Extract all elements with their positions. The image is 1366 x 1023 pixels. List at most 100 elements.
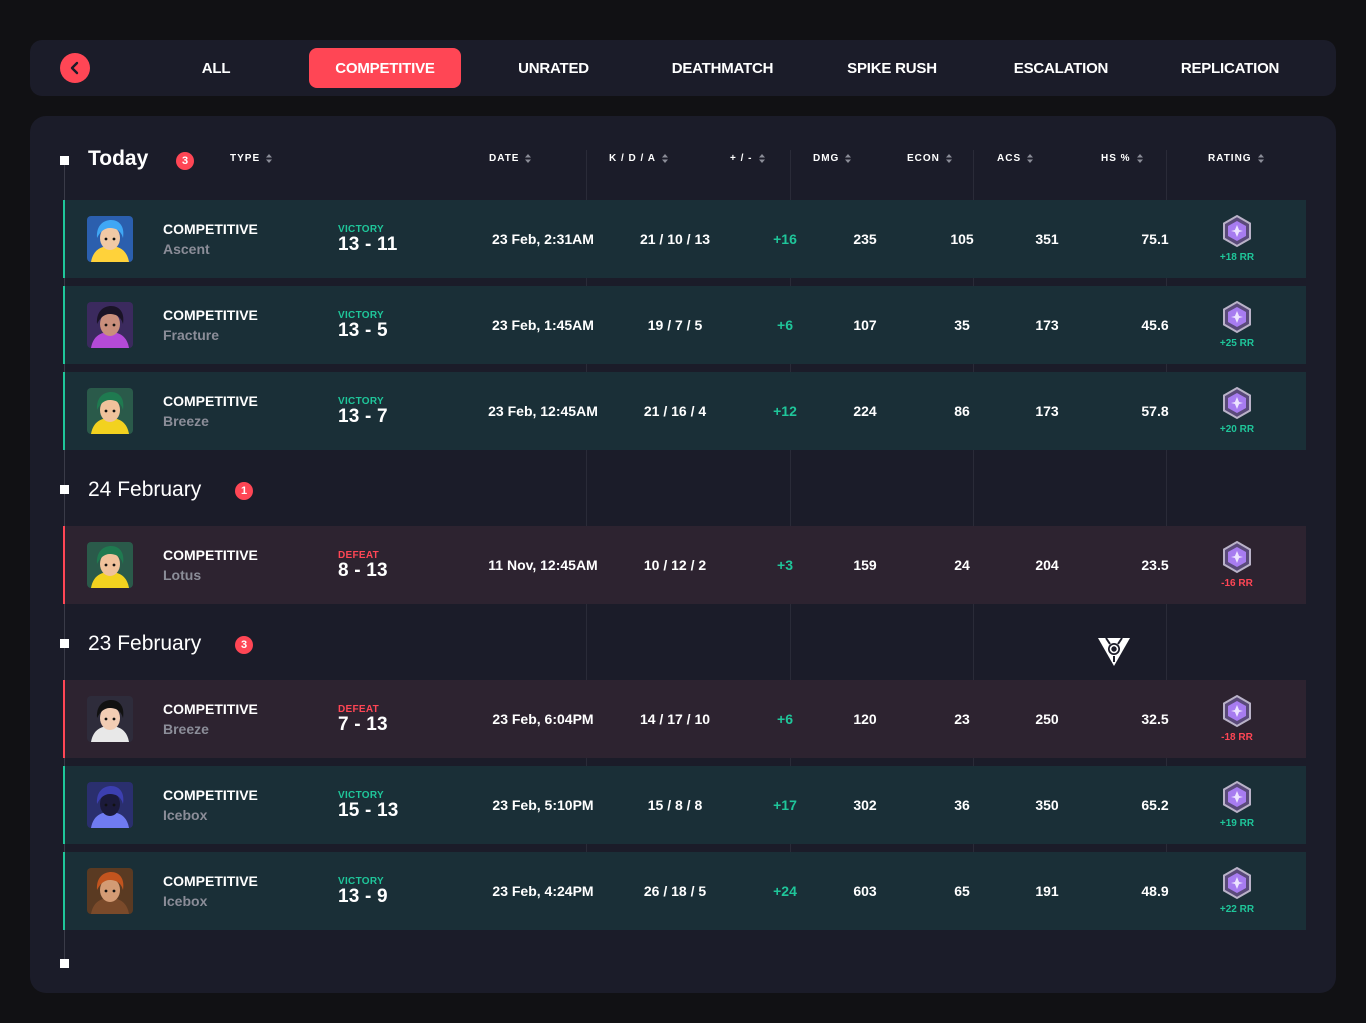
column-header-plus-minus[interactable]: + / - <box>730 152 765 164</box>
map-name: Fracture <box>163 327 220 343</box>
kda-value: 10 / 12 / 2 <box>643 557 707 573</box>
dmg-value: 159 <box>853 557 877 573</box>
match-row[interactable]: COMPETITIVE Icebox VICTORY 15 - 13 23 Fe… <box>63 766 1306 844</box>
acs-value: 173 <box>1035 403 1059 419</box>
dmg-value: 107 <box>853 317 877 333</box>
match-score: 13 - 7 <box>338 406 388 427</box>
hs-value: 32.5 <box>1141 711 1169 727</box>
match-result: VICTORY 13 - 7 <box>338 396 388 428</box>
match-type: COMPETITIVE Breeze <box>163 393 258 429</box>
rank-icon <box>1223 540 1251 574</box>
radiant-logo-icon <box>1098 637 1130 666</box>
column-header-hs[interactable]: HS % <box>1101 152 1143 164</box>
mode-tab-bar: ALL COMPETITIVE UNRATED DEATHMATCH SPIKE… <box>30 40 1336 96</box>
rr-change: +18 RR <box>1219 252 1255 263</box>
game-mode: COMPETITIVE <box>163 547 258 563</box>
match-row[interactable]: COMPETITIVE Icebox VICTORY 13 - 9 23 Feb… <box>63 852 1306 930</box>
rr-change: +25 RR <box>1219 338 1255 349</box>
rr-change: +20 RR <box>1219 424 1255 435</box>
match-type: COMPETITIVE Icebox <box>163 873 258 909</box>
group-title: 23 February <box>88 632 202 655</box>
acs-value: 191 <box>1035 883 1059 899</box>
acs-value: 204 <box>1035 557 1059 573</box>
match-row[interactable]: COMPETITIVE Lotus DEFEAT 8 - 13 11 Nov, … <box>63 526 1306 604</box>
match-row[interactable]: COMPETITIVE Breeze DEFEAT 7 - 13 23 Feb,… <box>63 680 1306 758</box>
game-mode: COMPETITIVE <box>163 873 258 889</box>
timeline-dot <box>60 959 69 968</box>
rating: +18 RR <box>1202 214 1272 266</box>
column-header-acs[interactable]: ACS <box>997 152 1034 164</box>
agent-avatar <box>87 388 133 434</box>
match-result: DEFEAT 8 - 13 <box>338 550 388 582</box>
column-header-econ[interactable]: ECON <box>907 152 952 164</box>
dmg-value: 603 <box>853 883 877 899</box>
tab-spike-rush[interactable]: SPIKE RUSH <box>838 48 946 88</box>
match-result: VICTORY 13 - 5 <box>338 310 388 342</box>
agent-avatar <box>87 696 133 742</box>
agent-avatar <box>87 302 133 348</box>
sort-icon <box>266 153 273 163</box>
rating: +22 RR <box>1202 866 1272 918</box>
column-header-kda[interactable]: K / D / A <box>609 152 668 164</box>
column-header-dmg[interactable]: DMG <box>813 152 852 164</box>
match-row[interactable]: COMPETITIVE Ascent VICTORY 13 - 11 23 Fe… <box>63 200 1306 278</box>
column-header-date[interactable]: DATE <box>489 152 532 164</box>
tab-deathmatch[interactable]: DEATHMATCH <box>660 48 785 88</box>
kda-value: 15 / 8 / 8 <box>647 797 703 813</box>
map-name: Breeze <box>163 721 209 737</box>
acs-value: 173 <box>1035 317 1059 333</box>
sort-icon <box>525 153 532 163</box>
match-count-badge: 3 <box>176 152 194 170</box>
rating: +20 RR <box>1202 386 1272 438</box>
group-title: Today <box>88 147 149 170</box>
tab-unrated[interactable]: UNRATED <box>506 48 601 88</box>
tab-replication[interactable]: REPLICATION <box>1171 48 1289 88</box>
match-type: COMPETITIVE Icebox <box>163 787 258 823</box>
match-result: VICTORY 13 - 9 <box>338 876 388 908</box>
sort-icon <box>758 153 765 163</box>
acs-value: 350 <box>1035 797 1059 813</box>
dmg-value: 224 <box>853 403 877 419</box>
agent-avatar <box>87 542 133 588</box>
match-score: 13 - 5 <box>338 320 388 341</box>
column-header-rating[interactable]: RATING <box>1208 152 1264 164</box>
rank-icon <box>1223 386 1251 420</box>
game-mode: COMPETITIVE <box>163 701 258 717</box>
map-name: Icebox <box>163 807 208 823</box>
rr-change: +19 RR <box>1219 818 1255 829</box>
match-type: COMPETITIVE Ascent <box>163 221 258 257</box>
map-name: Lotus <box>163 567 202 583</box>
sort-icon <box>1136 153 1143 163</box>
map-name: Icebox <box>163 893 208 909</box>
sort-icon <box>1257 153 1264 163</box>
sort-icon <box>845 153 852 163</box>
game-mode: COMPETITIVE <box>163 307 258 323</box>
back-button[interactable] <box>60 53 90 83</box>
tab-all[interactable]: ALL <box>186 48 246 88</box>
rr-change: -16 RR <box>1221 578 1253 589</box>
rank-icon <box>1223 694 1251 728</box>
rating: +19 RR <box>1202 780 1272 832</box>
match-history-panel: TYPE DATE K / D / A + / - DMG ECON ACS H… <box>30 116 1336 993</box>
timeline-dot <box>60 639 69 648</box>
rank-icon <box>1223 780 1251 814</box>
sort-icon <box>945 153 952 163</box>
match-score: 13 - 9 <box>338 886 388 907</box>
sort-icon <box>1027 153 1034 163</box>
match-score: 8 - 13 <box>338 560 388 581</box>
match-row[interactable]: COMPETITIVE Breeze VICTORY 13 - 7 23 Feb… <box>63 372 1306 450</box>
dmg-value: 120 <box>853 711 877 727</box>
column-header-type[interactable]: TYPE <box>230 152 273 164</box>
match-score: 15 - 13 <box>338 800 399 821</box>
tab-escalation[interactable]: ESCALATION <box>1003 48 1119 88</box>
match-count-badge: 1 <box>235 482 253 500</box>
agent-avatar <box>87 782 133 828</box>
group-title: 24 February <box>88 478 202 501</box>
match-type: COMPETITIVE Breeze <box>163 701 258 737</box>
agent-avatar <box>87 216 133 262</box>
tab-competitive[interactable]: COMPETITIVE <box>309 48 461 88</box>
rank-icon <box>1223 300 1251 334</box>
match-row[interactable]: COMPETITIVE Fracture VICTORY 13 - 5 23 F… <box>63 286 1306 364</box>
match-score: 7 - 13 <box>338 714 388 735</box>
hs-value: 57.8 <box>1141 403 1169 419</box>
